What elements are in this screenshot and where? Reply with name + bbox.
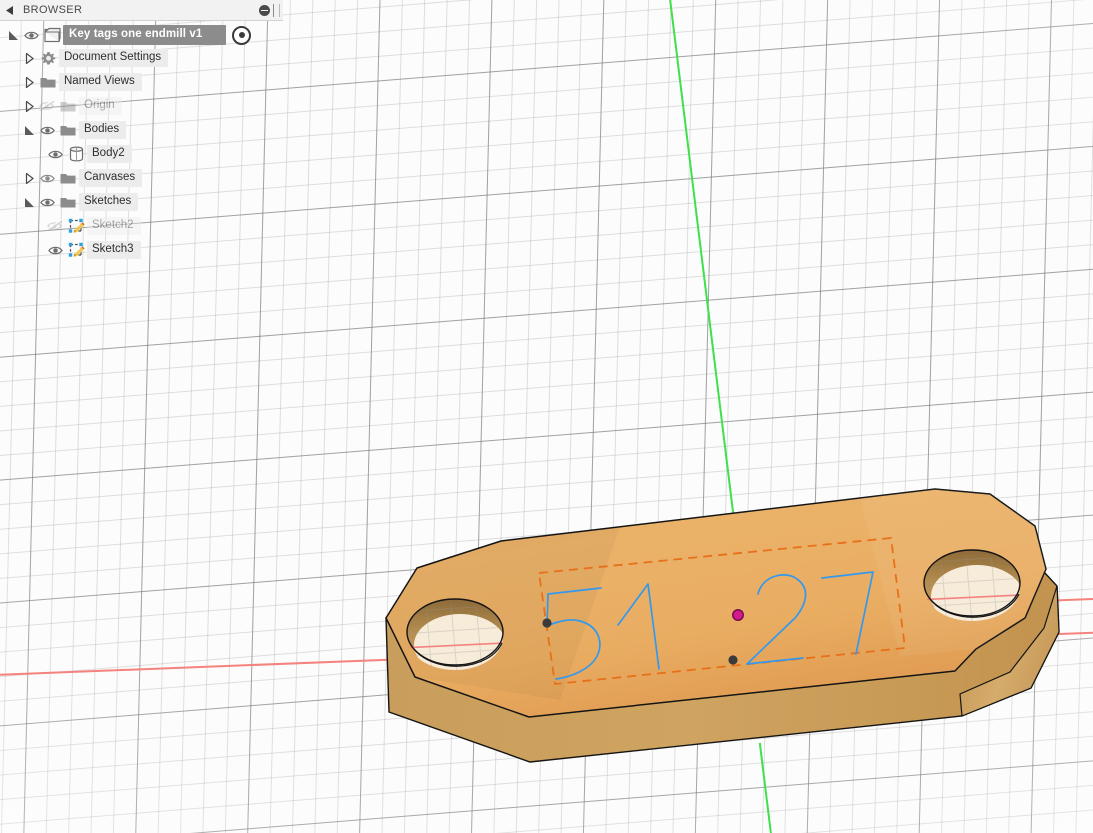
tree-item-label: Origin bbox=[79, 96, 122, 116]
eye-visible-icon[interactable] bbox=[37, 170, 57, 186]
tree-row-body2[interactable]: Body2 bbox=[0, 142, 283, 166]
folder-icon bbox=[57, 97, 79, 115]
tree-item-label: Sketch2 bbox=[87, 216, 141, 236]
twisty-collapsed-icon[interactable] bbox=[21, 170, 37, 186]
minus-circle-icon[interactable] bbox=[259, 4, 270, 16]
twisty-collapsed-icon[interactable] bbox=[21, 50, 37, 66]
tree-row-named-views[interactable]: Named Views bbox=[0, 70, 283, 94]
sketch-icon bbox=[65, 217, 87, 235]
tree-row-origin[interactable]: Origin bbox=[0, 94, 283, 118]
body-cylinder-icon bbox=[65, 145, 87, 163]
eye-hidden-icon[interactable] bbox=[45, 218, 65, 234]
browser-panel: BROWSER Key tags one endmill v1 Document… bbox=[0, 0, 283, 262]
folder-icon bbox=[37, 73, 59, 91]
eye-visible-icon[interactable] bbox=[37, 122, 57, 138]
tree-item-label: Document Settings bbox=[59, 48, 169, 68]
tree-row-sketch3[interactable]: Sketch3 bbox=[0, 238, 283, 262]
twisty-collapsed-icon[interactable] bbox=[21, 98, 37, 114]
fusion-design-window: BROWSER Key tags one endmill v1 Document… bbox=[0, 0, 1093, 833]
eye-hidden-icon[interactable] bbox=[37, 98, 57, 114]
tree-row-root[interactable]: Key tags one endmill v1 bbox=[0, 24, 283, 46]
tree-item-label: Named Views bbox=[59, 72, 142, 92]
component-cube-icon bbox=[41, 26, 63, 44]
eye-visible-icon[interactable] bbox=[21, 27, 41, 43]
browser-header: BROWSER bbox=[0, 0, 283, 21]
tree-row-document-settings[interactable]: Document Settings bbox=[0, 46, 283, 70]
browser-header-icons bbox=[259, 3, 283, 17]
tree-row-canvases[interactable]: Canvases bbox=[0, 166, 283, 190]
caret-left-icon[interactable] bbox=[4, 4, 16, 16]
folder-icon bbox=[57, 121, 79, 139]
tree-row-sketches[interactable]: Sketches bbox=[0, 190, 283, 214]
tree-item-label: Bodies bbox=[79, 120, 127, 140]
folder-icon bbox=[57, 193, 79, 211]
tree-item-label: Canvases bbox=[79, 168, 143, 188]
twisty-collapsed-icon[interactable] bbox=[21, 74, 37, 90]
browser-tree: Key tags one endmill v1 Document Setting… bbox=[0, 21, 283, 262]
folder-icon bbox=[57, 169, 79, 187]
browser-panel-title: BROWSER bbox=[23, 4, 83, 16]
eye-visible-icon[interactable] bbox=[37, 194, 57, 210]
eye-visible-icon[interactable] bbox=[45, 242, 65, 258]
twisty-expanded-icon[interactable] bbox=[21, 194, 37, 210]
gear-icon bbox=[37, 49, 59, 67]
twisty-expanded-icon[interactable] bbox=[21, 122, 37, 138]
eye-visible-icon[interactable] bbox=[45, 146, 65, 162]
tree-row-bodies[interactable]: Bodies bbox=[0, 118, 283, 142]
sketch-icon bbox=[65, 241, 87, 259]
tree-root-label: Key tags one endmill v1 bbox=[63, 24, 227, 46]
twisty-expanded-icon[interactable] bbox=[5, 27, 21, 43]
radio-target-icon[interactable] bbox=[232, 25, 252, 45]
tree-item-label: Sketches bbox=[79, 192, 139, 212]
tree-item-label: Body2 bbox=[87, 144, 132, 164]
panel-resize-grip-icon[interactable] bbox=[273, 3, 280, 17]
tree-row-sketch2[interactable]: Sketch2 bbox=[0, 214, 283, 238]
tree-item-label: Sketch3 bbox=[87, 240, 141, 260]
